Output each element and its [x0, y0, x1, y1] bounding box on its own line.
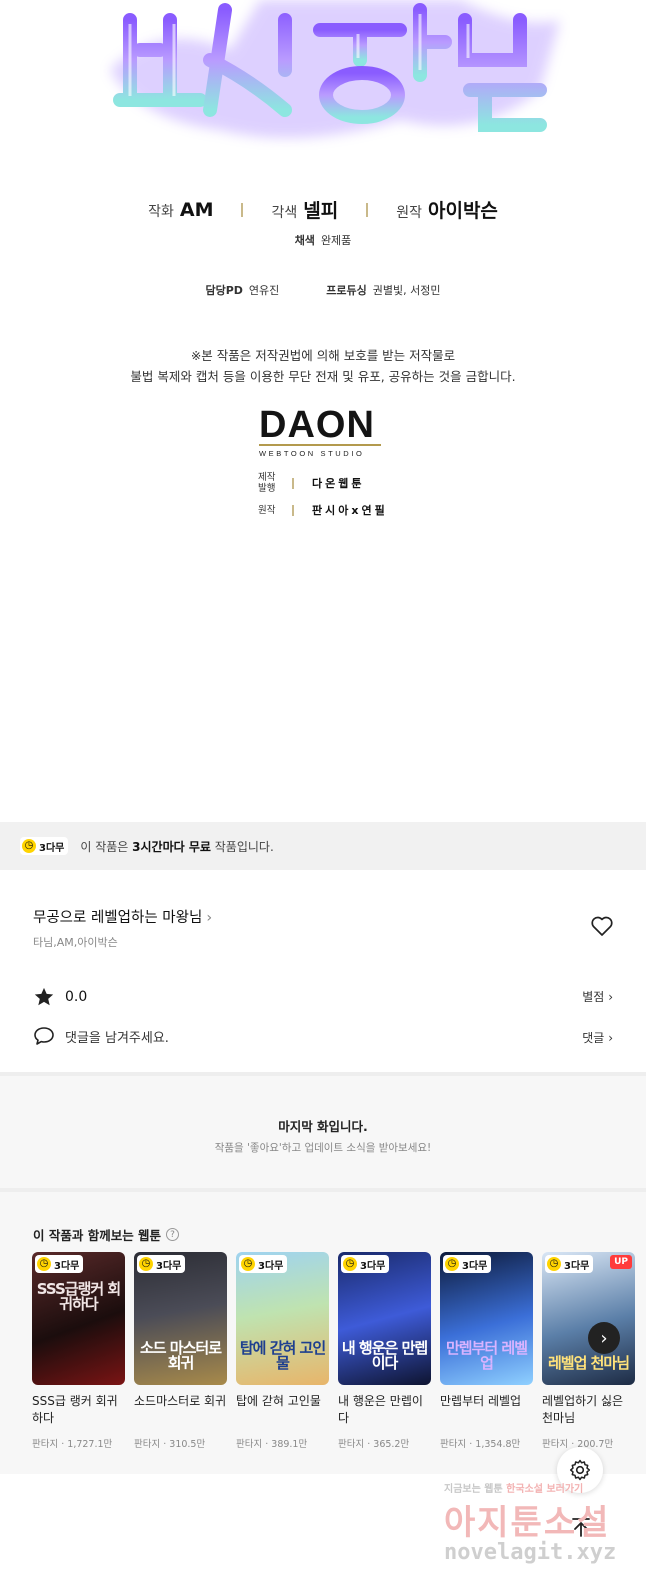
recommendations-heading: 이 작품과 함께보는 웹툰 ? — [33, 1225, 180, 1244]
gear-icon — [569, 1459, 591, 1481]
recommendation-cover: ◷ 3다무 만렙부터 레벨업 — [440, 1252, 533, 1385]
studio-logo: DAON WEBTOON STUDIO — [259, 406, 381, 458]
rating-value: 0.0 — [65, 989, 88, 1005]
recommendation-card[interactable]: ◷ 3다무 SSS급랭커 회귀하다 SSS급 랭커 회귀하다 판타지 · 1,72… — [32, 1252, 125, 1450]
clock-icon: ◷ — [343, 1257, 357, 1271]
recommendation-cover: ◷ 3다무 탑에 갇혀 고인물 — [236, 1252, 329, 1385]
last-episode-subtitle: 작품을 '좋아요'하고 업데이트 소식을 받아보세요! — [214, 1142, 432, 1154]
recommendation-card[interactable]: ◷ 3다무 UP 레벨업 천마님 레벨업하기 싫은 천마님 판타지 · 200.7… — [542, 1252, 635, 1450]
wait-free-badge: ◷ 3다무 — [35, 1255, 84, 1273]
series-info-panel: 무공으로 레벨업하는 마왕님 › 타님,AM,아이박슨 0.0 별점 › 댓글을 … — [0, 870, 646, 1072]
episode-credits-page: 작화 AM 각색 넬피 원작 아이박슨 채색 완제품 담당PD 연유진 프로듀싱 권별빛, … — [0, 0, 646, 822]
wait-free-badge: ◷ 3다무 — [137, 1255, 186, 1273]
wait-free-badge: ◷ 3다무 — [20, 837, 69, 855]
copyright-notice: ※본 작품은 저작권법에 의해 보호를 받는 저작물로 불법 복제와 캡처 등을… — [130, 348, 516, 384]
free-notice-bar: ◷ 3다무 이 작품은 3시간마다 무료 작품입니다. — [0, 822, 646, 870]
recommendations-list: ◷ 3다무 SSS급랭커 회귀하다 SSS급 랭커 회귀하다 판타지 · 1,72… — [32, 1252, 644, 1450]
recommendation-card[interactable]: ◷ 3다무 내 행운은 만렙이다 내 행운은 만렙이다 판타지 · 365.2만 — [338, 1252, 431, 1450]
recommendation-cover: ◷ 3다무 내 행운은 만렙이다 — [338, 1252, 431, 1385]
wait-free-badge: ◷ 3다무 — [341, 1255, 390, 1273]
series-logo-art — [110, 0, 560, 138]
comment-link[interactable]: 댓글 › — [582, 1029, 613, 1046]
credit-divider — [366, 202, 369, 217]
credit-production: 제작 발행 다온웹툰 — [258, 472, 365, 494]
chevron-right-icon: › — [608, 990, 613, 1004]
watermark-brand: 아지툰소설 — [444, 1503, 611, 1543]
comment-input[interactable]: 댓글을 남겨주세요. — [33, 1026, 169, 1046]
credits-row: 작화 AM 각색 넬피 원작 아이박슨 — [0, 196, 646, 223]
rating-link[interactable]: 별점 › — [582, 988, 613, 1005]
clock-icon: ◷ — [445, 1257, 459, 1271]
watermark-tagline: 지금보는 웹툰 한국소설 보러가기 — [444, 1484, 584, 1495]
comment-icon — [34, 1027, 54, 1045]
wait-free-badge: ◷ 3다무 — [239, 1255, 288, 1273]
chevron-right-icon: › — [206, 910, 213, 926]
help-icon[interactable]: ? — [166, 1228, 180, 1241]
credit-coloring: 채색 완제품 — [294, 234, 352, 247]
heart-icon[interactable] — [590, 915, 614, 937]
credit-art: 작화 AM — [148, 198, 214, 221]
star-icon — [34, 987, 54, 1006]
chevron-right-icon: › — [608, 1031, 613, 1045]
wait-free-badge: ◷ 3다무 — [545, 1255, 594, 1273]
clock-icon: ◷ — [241, 1257, 255, 1271]
wait-free-badge: ◷ 3다무 — [443, 1255, 492, 1273]
last-episode-panel: 마지막 화입니다. 작품을 '좋아요'하고 업데이트 소식을 받아보세요! — [0, 1072, 646, 1188]
rating-row: 0.0 — [33, 986, 87, 1008]
clock-icon: ◷ — [22, 839, 36, 853]
credit-original-work: 원작 판시아x연필 — [258, 504, 388, 517]
clock-icon: ◷ — [139, 1257, 153, 1271]
recommendation-card[interactable]: ◷ 3다무 탑에 갇혀 고인물 탑에 갇혀 고인물 판타지 · 389.1만 — [236, 1252, 329, 1450]
free-notice-text: 이 작품은 3시간마다 무료 작품입니다. — [80, 839, 274, 854]
last-episode-title: 마지막 화입니다. — [278, 1119, 368, 1134]
series-authors: 타님,AM,아이박슨 — [33, 936, 118, 949]
chevron-right-icon[interactable]: › — [588, 1322, 620, 1354]
watermark-url: novelagit.xyz — [444, 1540, 617, 1565]
clock-icon: ◷ — [37, 1257, 51, 1271]
series-title-link[interactable]: 무공으로 레벨업하는 마왕님 › — [33, 906, 212, 927]
recommendation-cover: ◷ 3다무 SSS급랭커 회귀하다 — [32, 1252, 125, 1385]
credit-adaptation: 각색 넬피 — [271, 200, 339, 222]
recommendations-panel: 이 작품과 함께보는 웹툰 ? ◷ 3다무 SSS급랭커 회귀하다 SSS급 랭커… — [0, 1188, 646, 1474]
credit-original: 원작 아이박슨 — [396, 200, 498, 222]
recommendation-cover: ◷ 3다무 UP 레벨업 천마님 — [542, 1252, 635, 1385]
recommendation-cover: ◷ 3다무 소드 마스터로 회귀 — [134, 1252, 227, 1385]
recommendation-card[interactable]: ◷ 3다무 소드 마스터로 회귀 소드마스터로 회귀 판타지 · 310.5만 — [134, 1252, 227, 1450]
clock-icon: ◷ — [547, 1257, 561, 1271]
recommendation-card[interactable]: ◷ 3다무 만렙부터 레벨업 만렙부터 레벨업 판타지 · 1,354.8만 — [440, 1252, 533, 1450]
credit-pd-producing: 담당PD 연유진 프로듀싱 권별빛, 서정민 — [205, 284, 441, 297]
credit-divider — [241, 202, 244, 217]
update-badge: UP — [610, 1255, 632, 1269]
